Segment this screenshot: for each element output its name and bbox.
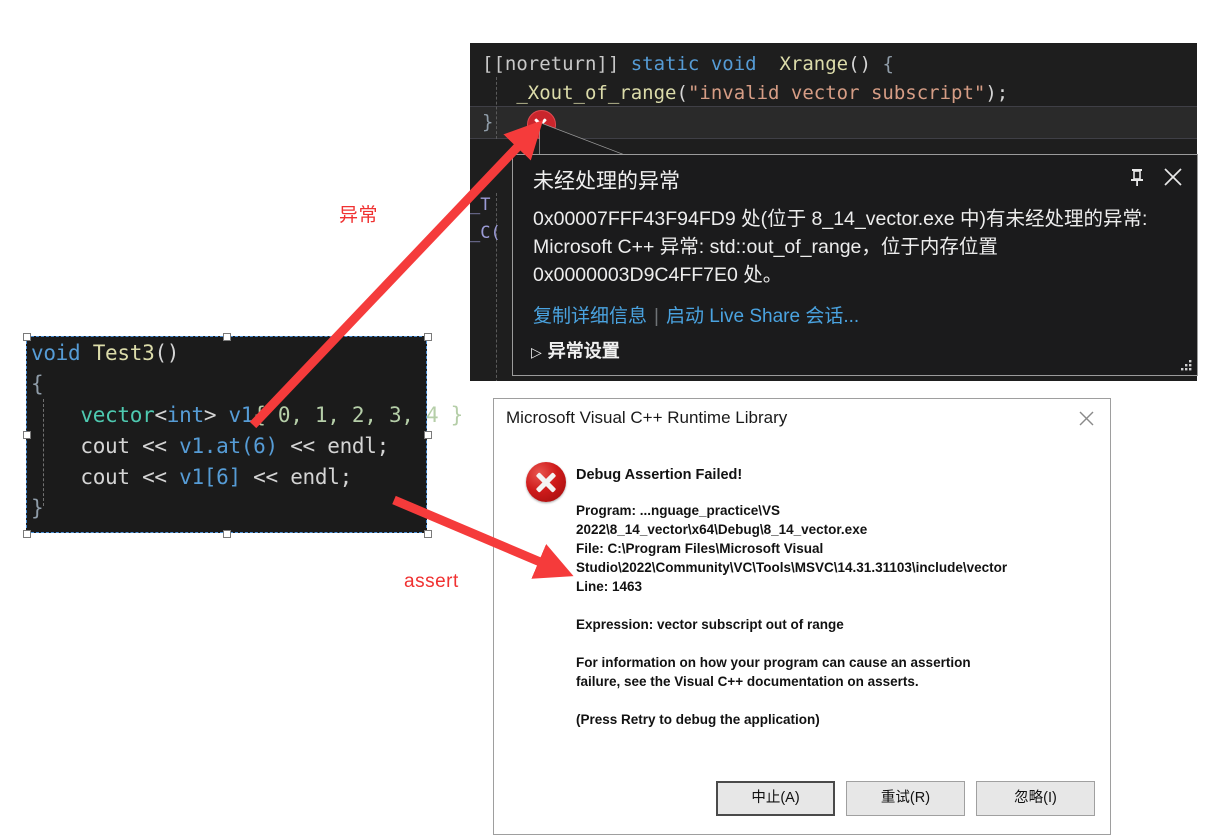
ignore-button[interactable]: 忽略(I) (976, 781, 1095, 816)
code-token-string: "invalid vector subscript" (687, 82, 986, 104)
exception-settings-expander[interactable]: ▷ 异常设置 (531, 337, 620, 363)
snippet-token-at-call: v1.at(6) (179, 434, 278, 458)
annotation-label-assert: assert (404, 571, 459, 592)
code-line-hidden-2: _C( (470, 223, 501, 243)
snippet-token-cout: cout (80, 434, 130, 458)
assertion-hint: (Press Retry to debug the application) (576, 712, 820, 727)
assertion-heading: Debug Assertion Failed! (576, 467, 743, 483)
selection-handle[interactable] (223, 333, 231, 341)
start-live-share-link[interactable]: 启动 Live Share 会话... (666, 306, 859, 327)
code-token-attribute: [[noreturn]] (482, 53, 620, 75)
link-separator: | (654, 306, 659, 327)
retry-button[interactable]: 重试(R) (846, 781, 965, 816)
dialog-button-row: 中止(A) 重试(R) 忽略(I) (494, 781, 1110, 825)
exception-message-text: 0x00007FFF43F94FD9 处(位于 8_14_vector.exe … (533, 208, 1148, 286)
selection-handle[interactable] (424, 530, 432, 538)
error-circle-icon (526, 462, 566, 502)
chevron-right-icon: ▷ (531, 344, 542, 360)
code-line-1: [[noreturn]] static void Xrange() { (482, 53, 894, 75)
snippet-line-6: } (31, 496, 44, 520)
runtime-library-dialog[interactable]: Microsoft Visual C++ Runtime Library Deb… (493, 398, 1111, 835)
dialog-titlebar: Microsoft Visual C++ Runtime Library (494, 399, 1110, 439)
snippet-line-3: vector<int> v1{ 0, 1, 2, 3, 4 } (31, 403, 463, 427)
selection-handle[interactable] (223, 530, 231, 538)
exception-settings-label: 异常设置 (547, 341, 620, 361)
snippet-token-open-brace: { (31, 372, 44, 396)
selection-handle[interactable] (424, 333, 432, 341)
selection-handle[interactable] (23, 431, 31, 439)
snippet-token-op2: << (240, 465, 291, 489)
annotation-label-exception: 异常 (339, 205, 379, 226)
unhandled-exception-tooltip[interactable]: 未经处理的异常 0x00007FFF43F94FD9 处(位于 8_14_vec… (512, 154, 1198, 376)
snippet-token-parens: () (154, 341, 180, 365)
snippet-line-1: void Test3() (31, 341, 179, 365)
close-icon[interactable] (1072, 405, 1100, 431)
snippet-token-close-brace: } (31, 496, 44, 520)
dialog-content: Debug Assertion Failed! Program: ...ngua… (576, 467, 1086, 748)
pin-icon[interactable] (1123, 163, 1151, 191)
snippet-token-function: Test3 (92, 341, 155, 365)
abort-button[interactable]: 中止(A) (716, 781, 835, 816)
code-line-3: } (482, 111, 493, 133)
snippet-token-lt: < (154, 403, 167, 427)
snippet-token-vector: vector (80, 403, 155, 427)
close-icon-glyph (1079, 411, 1094, 426)
assertion-details: Program: ...nguage_practice\VS 2022\8_14… (576, 503, 1008, 594)
assertion-expression: Expression: vector subscript out of rang… (576, 617, 844, 632)
snippet-token-gt: > (203, 403, 217, 427)
resize-grip-icon[interactable] (1177, 356, 1193, 372)
selection-handle[interactable] (424, 431, 432, 439)
code-token-brace: { (871, 53, 894, 75)
selection-handle[interactable] (23, 530, 31, 538)
code-token-call: _Xout_of_range (516, 82, 677, 104)
code-token-static: static (630, 53, 700, 75)
code-token-function: Xrange (779, 53, 849, 75)
snippet-token-op: << (129, 465, 180, 489)
code-token-close-brace: } (482, 111, 494, 133)
snippet-token-endl: endl; (290, 465, 352, 489)
snippet-line-4: cout << v1.at(6) << endl; (31, 434, 389, 458)
selection-handle[interactable] (23, 333, 31, 341)
snippet-token-void: void (31, 341, 81, 365)
snippet-token-initializer: { 0, 1, 2, 3, 4 } (253, 403, 464, 427)
code-token-macro-2: _C( (470, 223, 501, 243)
code-token-close-paren: ); (985, 82, 1009, 104)
indent-guide (496, 193, 497, 381)
dialog-title: Microsoft Visual C++ Runtime Library (506, 408, 788, 427)
tooltip-action-links: 复制详细信息 | 启动 Live Share 会话... (533, 301, 859, 328)
assertion-info: For information on how your program can … (576, 655, 971, 689)
code-snippet-image: void Test3() { vector<int> v1{ 0, 1, 2, … (26, 336, 463, 533)
snippet-token-cout: cout (80, 465, 130, 489)
code-token-parens: () (848, 53, 872, 75)
code-token-open-paren: ( (676, 82, 688, 104)
pin-icon-glyph (1131, 169, 1143, 186)
snippet-token-op2: << (277, 434, 328, 458)
close-icon-glyph (1164, 168, 1182, 186)
code-token-void: void (710, 53, 757, 75)
snippet-token-variable: v1 (216, 403, 254, 427)
close-icon[interactable] (1159, 163, 1187, 191)
snippet-token-op: << (129, 434, 180, 458)
snippet-line-5: cout << v1[6] << endl; (31, 465, 352, 489)
tooltip-title: 未经处理的异常 (533, 170, 680, 193)
code-token-macro-1: _T (470, 195, 491, 215)
snippet-token-endl: endl; (327, 434, 389, 458)
snippet-token-subscript: v1[6] (179, 465, 241, 489)
snippet-token-int: int (166, 403, 204, 427)
copy-details-link[interactable]: 复制详细信息 (533, 306, 647, 327)
code-line-hidden-1: _T (470, 195, 490, 215)
code-line-2: _Xout_of_range("invalid vector subscript… (482, 82, 1008, 104)
snippet-line-2: { (31, 372, 44, 396)
